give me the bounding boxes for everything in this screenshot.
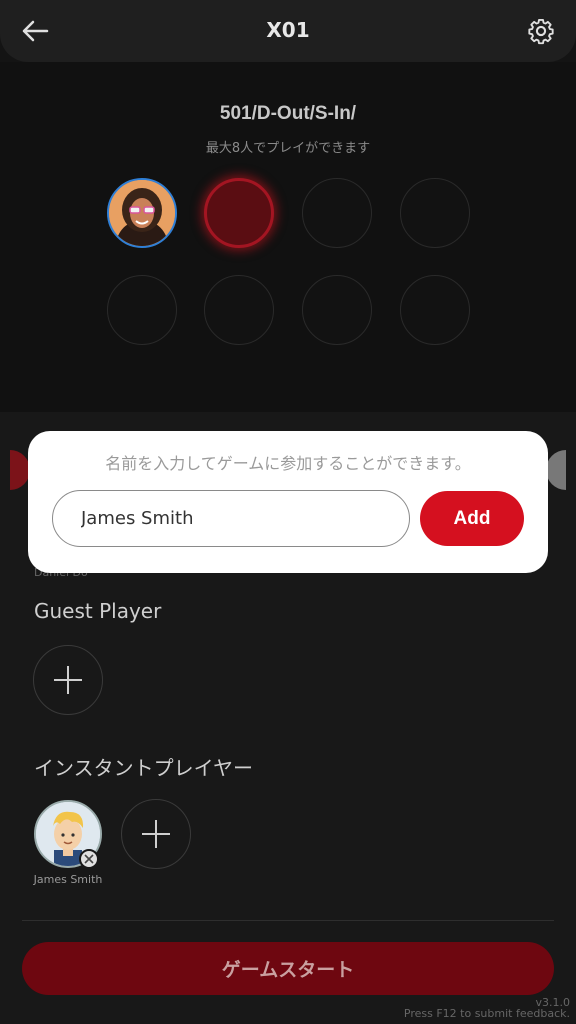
player-slot-2[interactable] xyxy=(204,178,274,248)
add-guest-button[interactable] xyxy=(33,645,103,715)
feedback-hint: Press F12 to submit feedback. xyxy=(403,1007,570,1020)
player-avatar-photo xyxy=(109,180,175,246)
guest-player-heading: Guest Player xyxy=(34,599,162,623)
player-name-input[interactable] xyxy=(52,490,410,547)
instant-player-heading: インスタントプレイヤー xyxy=(34,756,253,780)
player-slot-5[interactable] xyxy=(107,275,177,345)
dialog-hint-text: 名前を入力してゲームに参加することができます。 xyxy=(105,454,471,473)
player-slot-4[interactable] xyxy=(400,178,470,248)
game-mode-label: 501/D-Out/S-In/ xyxy=(219,103,357,124)
settings-button[interactable] xyxy=(524,14,558,48)
player-slot-1[interactable] xyxy=(107,178,177,248)
player-slot-6[interactable] xyxy=(204,275,274,345)
page-title: X01 xyxy=(266,18,310,42)
header-bar: X01 xyxy=(0,0,576,62)
instant-player-name: James Smith xyxy=(33,873,103,886)
gear-icon xyxy=(528,18,554,45)
remove-player-button[interactable] xyxy=(79,849,99,869)
close-icon xyxy=(84,854,94,864)
add-instant-player-button[interactable] xyxy=(121,799,191,869)
plus-icon xyxy=(54,666,82,694)
divider xyxy=(22,920,554,921)
player-slot-3[interactable] xyxy=(302,178,372,248)
max-players-text: 最大8人でプレイができます xyxy=(205,141,371,156)
player-slot-7[interactable] xyxy=(302,275,372,345)
plus-icon xyxy=(142,820,170,848)
add-button[interactable]: Add xyxy=(420,491,524,546)
add-player-dialog: 名前を入力してゲームに参加することができます。 Add xyxy=(28,431,548,573)
game-start-button[interactable]: ゲームスタート xyxy=(22,942,554,995)
player-slot-8[interactable] xyxy=(400,275,470,345)
